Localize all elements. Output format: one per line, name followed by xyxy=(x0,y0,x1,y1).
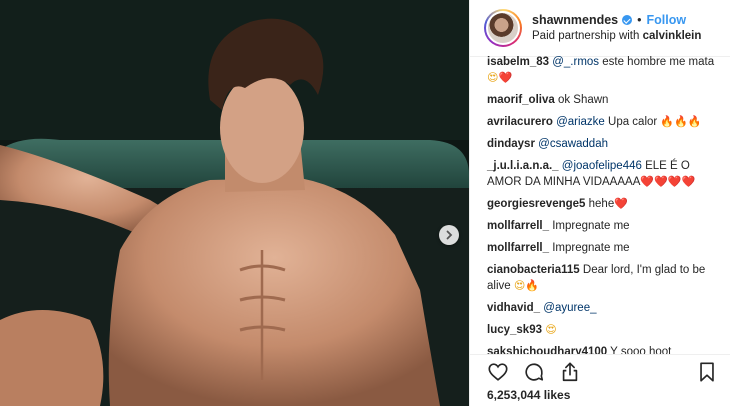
comment-item: avrilacurero @ariazke Upa calor 🔥🔥🔥 xyxy=(487,114,718,130)
emoji: ❤️ xyxy=(640,175,655,188)
verified-badge-icon xyxy=(622,15,633,25)
share-icon[interactable] xyxy=(559,361,581,383)
heart-icon[interactable] xyxy=(487,361,509,383)
comment-username[interactable]: cianobacteria115 xyxy=(487,264,580,276)
photo-illustration xyxy=(0,0,469,406)
bookmark-icon[interactable] xyxy=(696,361,718,383)
comment-username[interactable]: maorif_oliva xyxy=(487,94,555,106)
header-top-line: shawnmendes • Follow xyxy=(532,12,701,28)
instagram-post: shawnmendes • Follow Paid partnership wi… xyxy=(0,0,730,406)
comment-item: cianobacteria115 Dear lord, I'm glad to … xyxy=(487,262,718,294)
comment-username[interactable]: mollfarrell_ xyxy=(487,220,549,232)
emoji: 🔥 xyxy=(525,279,540,292)
comment-text: ok Shawn xyxy=(557,94,609,106)
comment-item: maorif_oliva ok Shawn xyxy=(487,92,718,108)
comment-item: vidhavid_ @ayuree_ xyxy=(487,300,718,316)
emoji: 🔥 xyxy=(687,115,702,128)
comment-mention[interactable]: @joaofelipe446 xyxy=(562,160,642,172)
emoji: 😍 xyxy=(513,279,526,292)
comment-item: isabelm_83 @_.rmos este hombre me mata 😍… xyxy=(487,56,718,86)
comment-icon[interactable] xyxy=(523,361,545,383)
comment-username[interactable]: vidhavid_ xyxy=(487,302,540,314)
emoji: ❤️ xyxy=(654,175,668,188)
like-count[interactable]: 6,253,044 likes xyxy=(487,388,570,402)
partnership-prefix: Paid partnership with xyxy=(532,30,643,42)
follow-button[interactable]: Follow xyxy=(647,12,687,28)
comment-username[interactable]: sakshichoudhary4100 xyxy=(487,346,607,354)
comment-item: mollfarrell_ Impregnate me xyxy=(487,218,718,234)
comment-username[interactable]: dindaysr xyxy=(487,138,535,150)
comment-text: Impregnate me xyxy=(552,220,630,232)
comment-username[interactable]: isabelm_83 xyxy=(487,56,549,68)
comment-text: Y sooo hoot xyxy=(610,346,672,354)
comment-text: hehe xyxy=(588,198,615,210)
comment-username[interactable]: avrilacurero xyxy=(487,116,553,128)
action-bar xyxy=(470,354,730,389)
comment-username[interactable]: lucy_sk93 xyxy=(487,324,542,336)
header-text: shawnmendes • Follow Paid partnership wi… xyxy=(532,12,701,44)
chevron-right-icon xyxy=(446,230,453,240)
comment-item: dindaysr @csawaddah xyxy=(487,136,718,152)
post-photo[interactable] xyxy=(0,0,469,406)
comment-text: este hombre me mata xyxy=(599,56,715,68)
paid-partnership-label: Paid partnership with calvinklein xyxy=(532,28,701,44)
comment-item: lucy_sk93 😍 xyxy=(487,322,718,338)
comment-username[interactable]: _j.u.l.i.a.n.a._ xyxy=(487,160,559,172)
comment-username[interactable]: mollfarrell_ xyxy=(487,242,549,254)
comments-list[interactable]: isabelm_83 @_.rmos este hombre me mata 😍… xyxy=(470,56,730,354)
separator-dot: • xyxy=(637,13,642,27)
comment-item: mollfarrell_ Impregnate me xyxy=(487,240,718,256)
comment-text: Impregnate me xyxy=(552,242,630,254)
story-ring[interactable] xyxy=(484,9,522,47)
comment-mention[interactable]: @ariazke xyxy=(556,116,605,128)
comment-text: Upa calor xyxy=(604,116,661,128)
partner-link[interactable]: calvinklein xyxy=(643,30,702,42)
comment-mention[interactable]: @csawaddah xyxy=(538,138,608,150)
emoji: 😍 xyxy=(487,71,499,84)
emoji: 🔥 xyxy=(660,115,675,128)
comment-mention[interactable]: @ayuree_ xyxy=(543,302,596,314)
emoji: 🔥 xyxy=(674,115,688,128)
comment-mention[interactable]: @_.rmos xyxy=(552,56,599,68)
emoji: ❤️ xyxy=(667,175,682,188)
comment-username[interactable]: georgiesrevenge5 xyxy=(487,198,585,210)
carousel-next-button[interactable] xyxy=(439,225,459,245)
comment-item: georgiesrevenge5 hehe❤️ xyxy=(487,196,718,212)
avatar[interactable] xyxy=(486,11,520,45)
post-sidebar: shawnmendes • Follow Paid partnership wi… xyxy=(469,0,730,406)
comment-item: sakshichoudhary4100 Y sooo hoot @shawnme… xyxy=(487,344,718,354)
profile-username[interactable]: shawnmendes xyxy=(532,12,618,28)
emoji: ❤️ xyxy=(498,71,513,84)
emoji: ❤️ xyxy=(614,197,628,210)
emoji: ❤️ xyxy=(681,175,696,188)
emoji: 😍 xyxy=(545,323,557,336)
comment-item: _j.u.l.i.a.n.a._ @joaofelipe446 ELE É O … xyxy=(487,158,718,190)
post-header: shawnmendes • Follow Paid partnership wi… xyxy=(470,0,730,57)
